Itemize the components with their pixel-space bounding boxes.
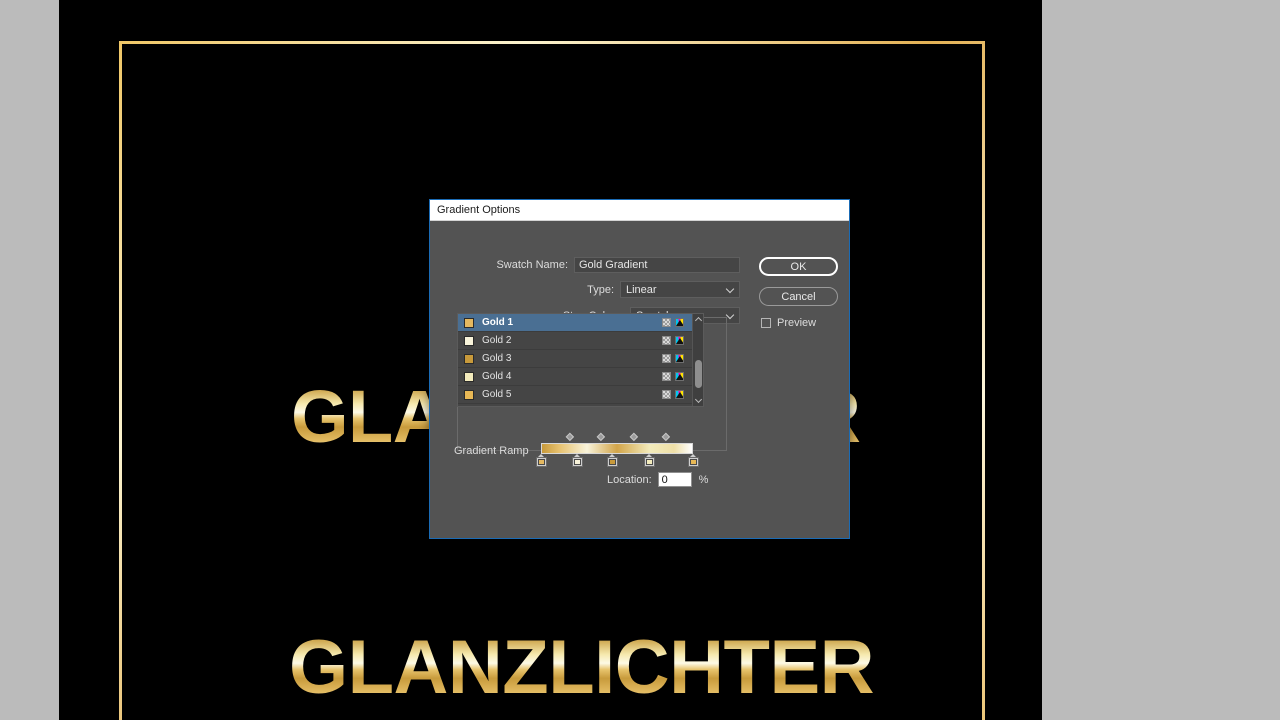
gradient-stop-color [645,459,653,465]
type-dropdown[interactable]: Linear [620,281,740,298]
gradient-stop-color [609,459,617,465]
transparency-checker-icon [662,390,671,399]
swatch-name-label: Swatch Name: [496,259,568,271]
location-input[interactable] [657,472,692,487]
transparency-checker-icon [662,372,671,381]
dialog-title: Gradient Options [437,204,521,216]
gradient-stop-marker[interactable] [572,454,584,467]
swatch-list-item[interactable]: Gold 5 [458,386,692,404]
gradient-ramp-bar[interactable] [540,443,693,454]
swatch-name-label: Gold 3 [482,353,512,364]
swatch-list[interactable]: Gold 1 Gold 2 Gold 3 Gold 4 Gold 5 [458,314,692,406]
cmyk-colormode-icon [675,390,684,399]
cancel-button[interactable]: Cancel [759,287,838,306]
swatch-color-chip [464,389,474,400]
swatch-name-label: Gold 2 [482,335,512,346]
gradient-stop-marker[interactable] [535,454,547,467]
swatch-list-item[interactable]: Gold 3 [458,350,692,368]
cmyk-colormode-icon [675,336,684,345]
swatch-color-chip [464,353,474,364]
swatch-list-item[interactable]: Gold 1 [458,314,692,332]
preview-checkbox[interactable] [761,318,771,328]
swatch-list-scrollbar[interactable] [692,314,703,406]
swatch-list-item[interactable]: Gold 4 [458,368,692,386]
scrollbar-thumb[interactable] [695,360,702,388]
app-screen: GLANZLICHTER GLANZLICHTER Gradient Optio… [0,0,1280,720]
swatch-list-item[interactable]: Gold 2 [458,332,692,350]
gradient-stop-marker[interactable] [643,454,655,467]
wordmark-bottom: GLANZLICHTER [289,625,875,710]
swatch-color-chip [464,317,474,328]
gradient-stop-color [574,459,582,465]
chevron-down-icon [727,286,734,293]
scroll-down-arrow-icon[interactable] [694,395,703,405]
gradient-ramp-row: Gradient Ramp [454,432,699,467]
preview-row[interactable]: Preview [761,317,816,329]
type-row: Type: Linear [430,281,740,298]
gradient-stop-marker[interactable] [607,454,619,467]
dialog-titlebar[interactable]: Gradient Options [430,200,849,221]
location-row: Location: % [607,472,708,487]
swatch-color-chip [464,335,474,346]
transparency-checker-icon [662,318,671,327]
transparency-checker-icon [662,354,671,363]
scroll-up-arrow-icon[interactable] [694,315,703,325]
gradient-stop-color [537,459,545,465]
location-unit-label: % [698,473,709,486]
cmyk-colormode-icon [675,372,684,381]
swatch-name-label: Gold 1 [482,317,514,328]
gradient-stop-marker[interactable] [687,454,699,467]
swatch-name-input[interactable] [574,257,740,273]
swatch-name-label: Gold 5 [482,389,512,400]
swatch-name-row: Swatch Name: [430,257,740,273]
cmyk-colormode-icon [675,354,684,363]
ok-button[interactable]: OK [759,257,838,276]
transparency-checker-icon [662,336,671,345]
chevron-down-icon [727,312,734,319]
gradient-ramp-area[interactable] [535,432,699,467]
cmyk-colormode-icon [675,318,684,327]
swatch-color-chip [464,371,474,382]
gradient-ramp-label: Gradient Ramp [454,445,529,457]
location-label: Location: [607,473,652,486]
swatch-list-panel: Gold 1 Gold 2 Gold 3 Gold 4 Gold 5 [457,313,704,407]
preview-label: Preview [777,317,817,329]
gradient-stop-color [689,459,697,465]
type-label: Type: [587,283,614,296]
swatch-name-label: Gold 4 [482,371,512,382]
type-selected-value: Linear [626,283,657,296]
